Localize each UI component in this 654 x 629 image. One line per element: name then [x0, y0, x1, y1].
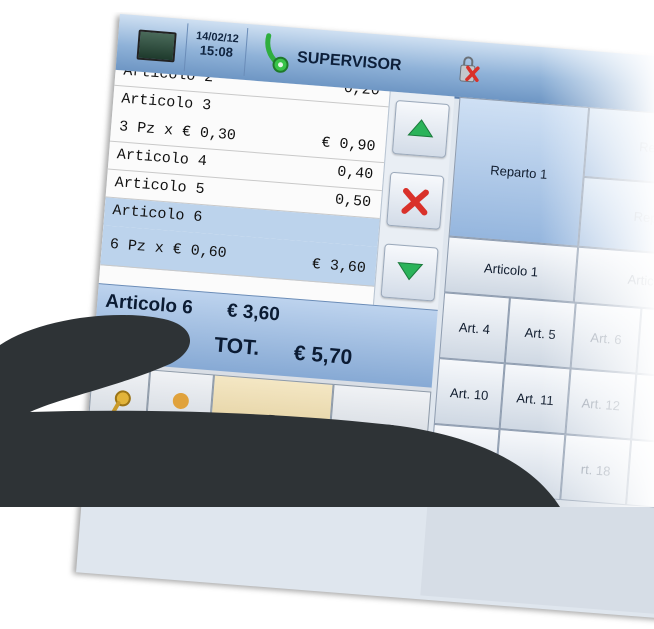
key-function-button[interactable] [85, 364, 151, 460]
department-button-2[interactable]: Rep [583, 107, 654, 188]
item-label: Art. 6 [589, 329, 623, 348]
item-button-articolo-1[interactable]: Articolo 1 [444, 236, 579, 303]
item-label: Art. 12 [581, 395, 621, 414]
close-icon [401, 187, 429, 216]
user-role-label: SUPERVISOR [296, 49, 403, 75]
triangle-down-icon [397, 262, 424, 281]
item-label: Art. 4 [458, 319, 491, 337]
item-label: Art. 5 [524, 324, 557, 343]
key-icon [106, 390, 131, 424]
last-item-price: € 3,60 [226, 300, 281, 326]
monitor-icon [136, 29, 177, 63]
logout-icon[interactable] [455, 55, 481, 87]
item-label: Art. 10 [449, 385, 489, 404]
receipt-row-label: 3 Pz x € 0,30 [118, 118, 237, 145]
clear-button[interactable]: C [206, 374, 334, 474]
item-label: Artic [627, 271, 654, 289]
key-icon [265, 33, 289, 73]
item-button[interactable] [494, 429, 566, 501]
pos-screen: 14/02/12 15:08 SUPERVISOR Articolo 2 0,2… [76, 14, 654, 629]
receipt-row-amount: € 3,60 [311, 255, 367, 278]
department-label: Rep [633, 208, 654, 226]
delete-item-button[interactable] [386, 171, 445, 230]
item-button[interactable]: Art. 5 [504, 297, 576, 369]
receipt-list[interactable]: Articolo 2 0,20 Articolo 3 3 Pz x € 0,30… [98, 69, 390, 305]
item-label [499, 455, 563, 460]
item-button[interactable]: Ar [626, 439, 654, 511]
department-button-3[interactable]: Rep [578, 176, 654, 257]
item-label: Articolo 1 [483, 260, 539, 280]
item-button[interactable]: Art. 10 [433, 358, 505, 430]
cancel-button[interactable]: X [326, 383, 432, 482]
item-label: Art. 11 [515, 390, 555, 409]
item-label: rt. 18 [580, 461, 612, 479]
screen-button[interactable] [119, 18, 189, 72]
receipt-row-label: 6 Pz x € 0,60 [109, 235, 228, 263]
clear-label: C [251, 403, 289, 459]
total-value: € 5,70 [293, 341, 354, 370]
item-label: Ar [629, 465, 654, 485]
department-label: Reparto 1 [489, 162, 548, 182]
item-button[interactable]: A [631, 373, 654, 445]
item-button[interactable]: Art. 11 [499, 363, 571, 435]
total-label: TOT. [213, 333, 261, 360]
receipt-row-label: Articolo 5 [114, 174, 206, 199]
date-time-display: 14/02/12 15:08 [185, 23, 249, 76]
receipt-row-label: Articolo 4 [116, 146, 208, 171]
item-label: A [634, 400, 654, 420]
item-label [641, 334, 654, 339]
receipt-row-amount: 0,50 [334, 191, 372, 212]
user-icon [164, 392, 193, 430]
item-button[interactable]: Art. 12 [565, 368, 637, 440]
item-label [433, 450, 497, 455]
receipt-row-label: Articolo 6 [111, 202, 203, 227]
scroll-down-button[interactable] [380, 243, 439, 302]
department-button-1[interactable]: Reparto 1 [448, 96, 590, 247]
item-button[interactable]: Art. 4 [438, 292, 510, 364]
last-item-name: Articolo 6 [104, 290, 194, 319]
keypad-grid: Reparto 1 Rep Rep Articolo 1 Artic Art. … [420, 96, 654, 626]
receipt-row-amount: € 0,90 [320, 134, 377, 156]
scroll-up-button[interactable] [391, 99, 450, 158]
item-button[interactable]: Art. 6 [570, 302, 642, 374]
triangle-up-icon [407, 119, 434, 138]
item-button[interactable] [428, 423, 500, 495]
receipt-row-label: Articolo 3 [120, 90, 212, 115]
receipt-row-amount: 0,40 [336, 163, 374, 184]
cancel-label: X [361, 412, 396, 467]
department-label: Rep [638, 139, 654, 156]
item-button[interactable]: rt. 18 [560, 434, 632, 506]
operator-button[interactable] [143, 369, 215, 465]
